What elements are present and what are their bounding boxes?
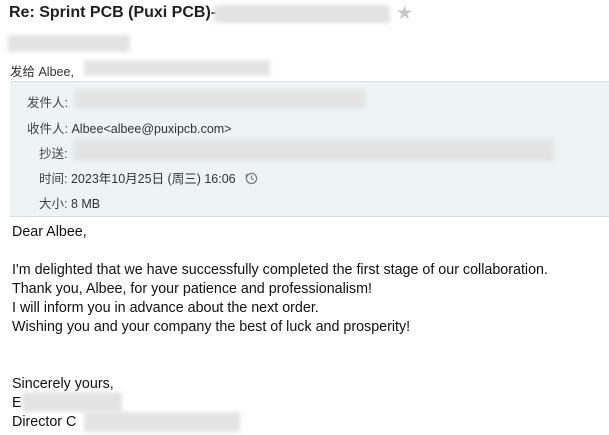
to-value[interactable]: Albee<albee@puxipcb.com> (71, 122, 231, 136)
redacted-cc (74, 139, 554, 161)
redacted-subject (214, 5, 390, 23)
size-row: 大小: 8 MB (39, 193, 100, 212)
time-row: 时间: 2023年10月25日 (周三) 16:06 (39, 168, 258, 187)
email-subject: Re: Sprint PCB (Puxi PCB)- (9, 4, 217, 21)
redacted-recipients (84, 60, 270, 76)
signature-title: Director C (12, 414, 77, 430)
cc-row: 抄送: (39, 143, 67, 162)
redacted-sender-name (8, 35, 130, 52)
redacted-from (75, 90, 365, 108)
greeting: Dear Albee, (12, 224, 87, 240)
time-label: 时间: (39, 172, 68, 186)
recipients-label: 发给 Albee, (10, 65, 74, 79)
email-header-details: 发件人: 收件人: Albee<albee@puxipcb.com> 抄送: 时… (10, 81, 609, 217)
clock-icon[interactable] (245, 172, 258, 185)
size-value: 8 MB (70, 197, 101, 211)
body-line-4: Wishing you and your company the best of… (12, 319, 411, 335)
subject-bar: Re: Sprint PCB (Puxi PCB)- ★ (0, 0, 609, 27)
body-line-1: I'm delighted that we have successfully … (12, 262, 548, 278)
body-line-2: Thank you, Albee, for your patience and … (12, 281, 373, 297)
closing: Sincerely yours, (12, 376, 114, 392)
signature-name: E (12, 395, 22, 411)
redacted-signature-company (84, 412, 240, 432)
star-icon[interactable]: ★ (396, 2, 413, 25)
size-label: 大小: (39, 197, 68, 211)
recipients-line: 发给 Albee, (10, 61, 74, 80)
from-row: 发件人: (27, 92, 68, 111)
cc-label: 抄送: (39, 147, 68, 161)
time-value: 2023年10月25日 (周三) 16:06 (70, 172, 236, 186)
to-row: 收件人: Albee<albee@puxipcb.com> (27, 118, 232, 137)
to-label: 收件人: (27, 122, 68, 136)
redacted-signature-name (22, 392, 122, 412)
from-label: 发件人: (27, 96, 68, 110)
body-line-3: I will inform you in advance about the n… (12, 300, 319, 316)
